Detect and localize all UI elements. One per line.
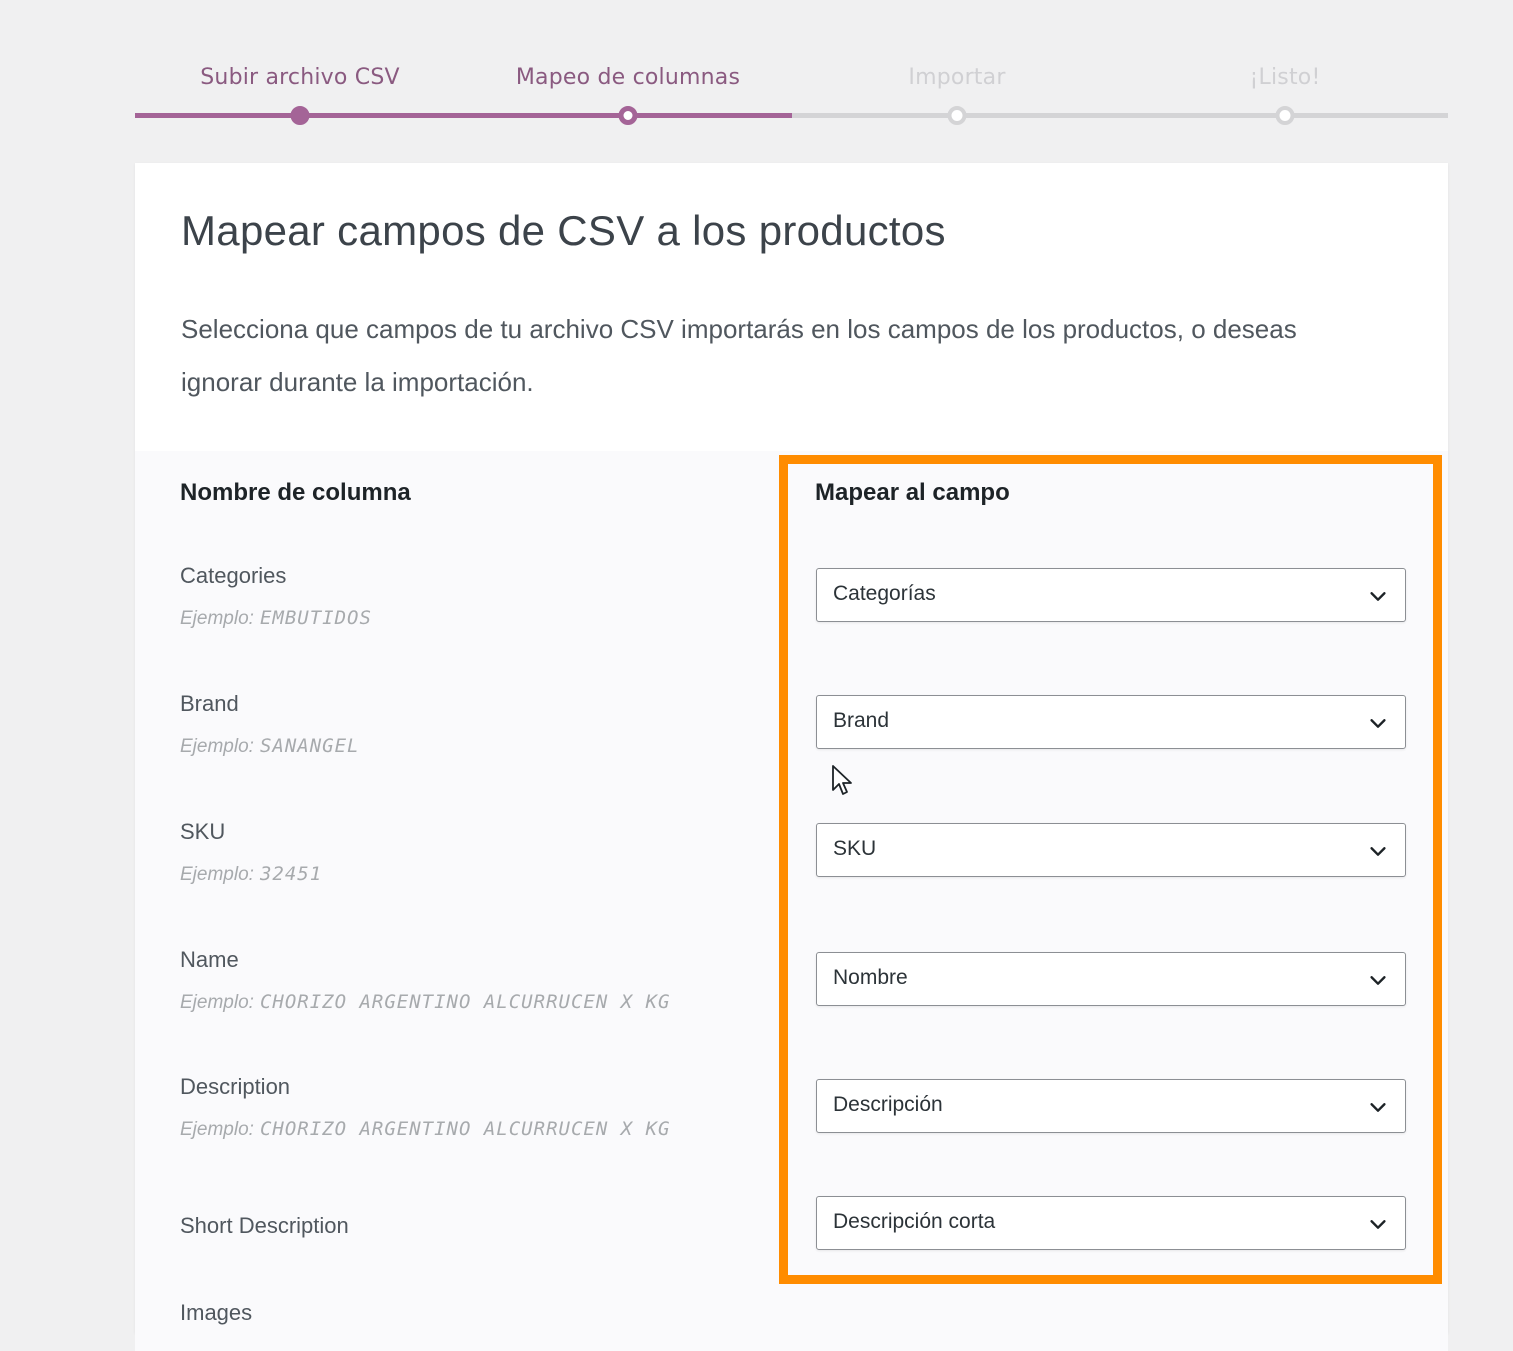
- example-prefix: Ejemplo:: [180, 992, 254, 1013]
- page-description: Selecciona que campos de tu archivo CSV …: [181, 314, 1297, 397]
- select-value: Nombre: [833, 966, 908, 989]
- map-field-select-categories[interactable]: Categorías: [816, 568, 1406, 622]
- column-name: Brand: [180, 691, 239, 716]
- chevron-down-icon: [1370, 976, 1386, 985]
- table-row: Brand Ejemplo: SANANGEL Brand: [135, 691, 1448, 819]
- step-label-upload: Subir archivo CSV: [200, 65, 400, 90]
- mapping-table: Nombre de columna Mapear al campo Catego…: [135, 451, 1448, 1351]
- step-dot-mapping: [618, 106, 638, 125]
- map-field-select-name[interactable]: Nombre: [816, 952, 1406, 1006]
- example-prefix: Ejemplo:: [180, 864, 254, 885]
- column-name-partial: Images: [180, 1300, 253, 1325]
- step-dot-done: [1275, 106, 1295, 125]
- column-example: Ejemplo: 32451: [180, 863, 322, 886]
- column-name-header: Nombre de columna: [180, 479, 411, 506]
- example-prefix: Ejemplo:: [180, 736, 254, 757]
- step-track-fill: [135, 113, 792, 118]
- column-name: Categories: [180, 563, 287, 588]
- step-dot-upload: [290, 106, 310, 125]
- map-field-select-brand[interactable]: Brand: [816, 695, 1406, 749]
- chevron-down-icon: [1370, 1103, 1386, 1112]
- page-title: Mapear campos de CSV a los productos: [181, 207, 946, 254]
- table-row: Name Ejemplo: CHORIZO ARGENTINO ALCURRUC…: [135, 947, 1448, 1075]
- map-field-select-short-description[interactable]: Descripción corta: [816, 1196, 1406, 1250]
- select-value: Descripción corta: [833, 1210, 996, 1233]
- select-value: SKU: [833, 837, 877, 860]
- example-value: CHORIZO ARGENTINO ALCURRUCEN X KG: [259, 1118, 671, 1140]
- example-prefix: Ejemplo:: [180, 608, 254, 629]
- step-label-mapping: Mapeo de columnas: [515, 65, 741, 90]
- mouse-pointer-icon: [832, 765, 852, 795]
- select-value: Categorías: [833, 582, 936, 605]
- progress-stepper: Subir archivo CSV Mapeo de columnas Impo…: [135, 55, 1448, 135]
- map-field-select-description[interactable]: Descripción: [816, 1079, 1406, 1133]
- table-row: Description Ejemplo: CHORIZO ARGENTINO A…: [135, 1074, 1448, 1202]
- map-field-header: Mapear al campo: [815, 479, 1010, 506]
- mapping-card: Mapear campos de CSV a los productos Sel…: [135, 163, 1448, 1351]
- table-row: Categories Ejemplo: EMBUTIDOS Categorías: [135, 563, 1448, 691]
- example-value: EMBUTIDOS: [259, 607, 372, 629]
- example-value: CHORIZO ARGENTINO ALCURRUCEN X KG: [259, 991, 671, 1013]
- column-name: Description: [180, 1074, 291, 1099]
- column-name: Short Description: [180, 1213, 349, 1238]
- map-field-select-sku[interactable]: SKU: [816, 823, 1406, 877]
- step-label-done: ¡Listo!: [1249, 65, 1321, 90]
- select-value: Descripción: [833, 1093, 943, 1116]
- column-example: Ejemplo: EMBUTIDOS: [180, 607, 372, 630]
- step-dot-import: [947, 106, 967, 125]
- example-value: 32451: [259, 863, 323, 885]
- chevron-down-icon: [1370, 719, 1386, 728]
- example-prefix: Ejemplo:: [180, 1119, 254, 1140]
- example-value: SANANGEL: [259, 735, 360, 757]
- table-row: Short Description Descripción corta: [135, 1196, 1448, 1341]
- chevron-down-icon: [1370, 1220, 1386, 1229]
- select-value: Brand: [833, 709, 890, 732]
- chevron-down-icon: [1370, 847, 1386, 856]
- column-name: SKU: [180, 819, 226, 844]
- chevron-down-icon: [1370, 592, 1386, 601]
- column-example: Ejemplo: CHORIZO ARGENTINO ALCURRUCEN X …: [180, 991, 670, 1014]
- table-row: SKU Ejemplo: 32451 SKU: [135, 819, 1448, 947]
- column-example: Ejemplo: SANANGEL: [180, 735, 359, 758]
- column-name: Name: [180, 947, 239, 972]
- column-example: Ejemplo: CHORIZO ARGENTINO ALCURRUCEN X …: [180, 1118, 670, 1141]
- step-label-import: Importar: [908, 65, 1006, 90]
